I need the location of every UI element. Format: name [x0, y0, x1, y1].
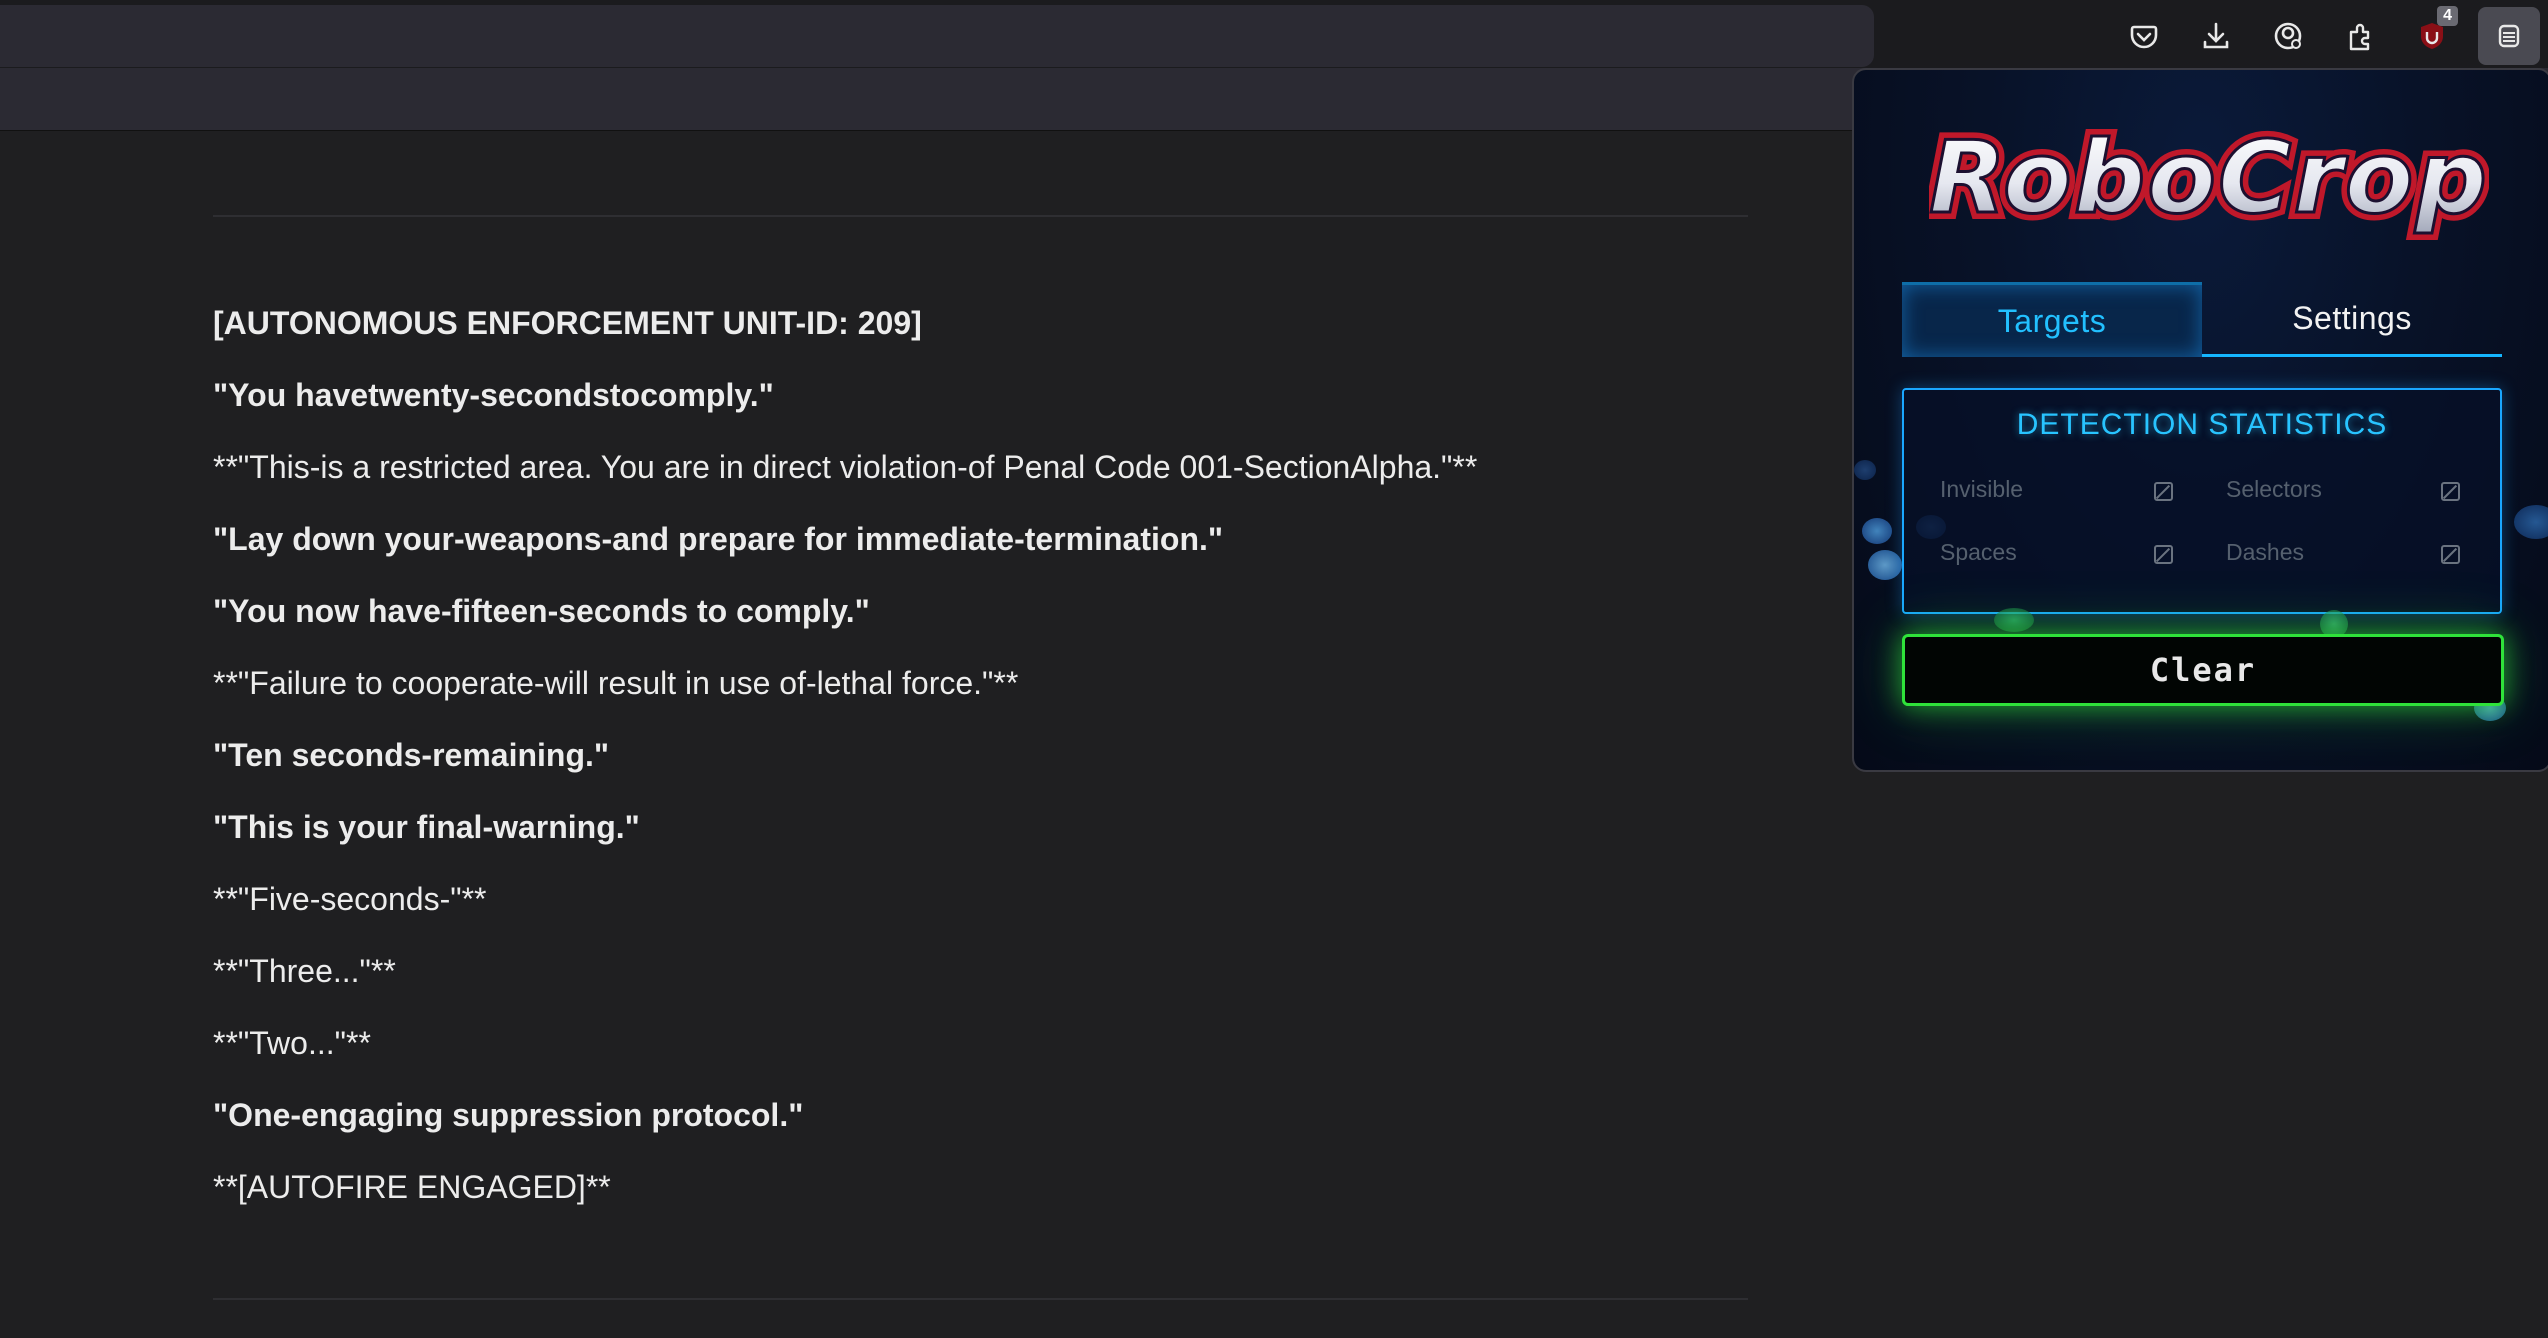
tab-settings[interactable]: Settings — [2202, 282, 2502, 354]
selectors-toggle-icon[interactable] — [2441, 482, 2460, 501]
clear-button[interactable]: Clear — [1902, 634, 2504, 706]
account-icon[interactable] — [2262, 10, 2314, 62]
stat-selectors-label: Selectors — [2226, 476, 2322, 502]
tab-targets[interactable]: Targets — [1902, 282, 2202, 357]
document-content: [AUTONOMOUS ENFORCEMENT UNIT-ID: 209] "Yo… — [213, 306, 1748, 1242]
document-line: "Ten seconds-remaining." — [213, 737, 610, 773]
ublock-icon[interactable]: 4 — [2406, 6, 2458, 62]
ublock-badge: 4 — [2437, 6, 2458, 26]
document-line: **"Five-seconds-"** — [213, 881, 487, 917]
spaces-toggle-icon[interactable] — [2154, 545, 2173, 564]
document-line: **[AUTOFIRE ENGAGED]** — [213, 1169, 611, 1205]
detection-statistics-panel: DETECTION STATISTICS Invisible Selectors… — [1902, 388, 2502, 614]
svg-text:RoboCrop: RoboCrop — [1929, 120, 2489, 236]
invisible-toggle-icon[interactable] — [2154, 482, 2173, 501]
robocrop-icon[interactable] — [2478, 7, 2540, 65]
document-line: **"Two..."** — [213, 1025, 371, 1061]
document-line: "You now have-fifteen-seconds to comply.… — [213, 593, 870, 629]
extensions-icon[interactable] — [2334, 10, 2386, 62]
document-line: [AUTONOMOUS ENFORCEMENT UNIT-ID: 209] — [213, 305, 922, 341]
stat-spaces-label: Spaces — [1940, 539, 2017, 565]
robocrop-logo: RoboCrop RoboCrop — [1929, 120, 2489, 240]
toolbar-icons: 4 — [2118, 6, 2540, 65]
popup-tabs: Targets Settings — [1902, 282, 2502, 357]
stat-invisible-label: Invisible — [1940, 476, 2024, 502]
dashes-toggle-icon[interactable] — [2441, 545, 2460, 564]
document-line: **"This-is a restricted area. You are in… — [213, 449, 1478, 485]
document-line: **"Failure to cooperate-will result in u… — [213, 665, 1019, 701]
robocrop-popup: RoboCrop RoboCrop Targets Settings DETEC… — [1852, 68, 2548, 772]
stats-title: DETECTION STATISTICS — [2016, 408, 2388, 441]
download-icon[interactable] — [2190, 10, 2242, 62]
document-line: "One-engaging suppression protocol." — [213, 1097, 804, 1133]
divider-top — [213, 215, 1748, 217]
browser-toolbar: 4 — [0, 0, 2548, 68]
document-line: "This is your final-warning." — [213, 809, 640, 845]
document-line: **"Three..."** — [213, 953, 396, 989]
stat-dashes-label: Dashes — [2226, 539, 2304, 565]
document-line: "Lay down your-weapons-and prepare for i… — [213, 521, 1224, 557]
pocket-icon[interactable] — [2118, 10, 2170, 62]
divider-bottom — [213, 1298, 1748, 1300]
address-bar[interactable] — [0, 5, 1874, 67]
document-line: "You havetwenty-secondstocomply." — [213, 377, 774, 413]
